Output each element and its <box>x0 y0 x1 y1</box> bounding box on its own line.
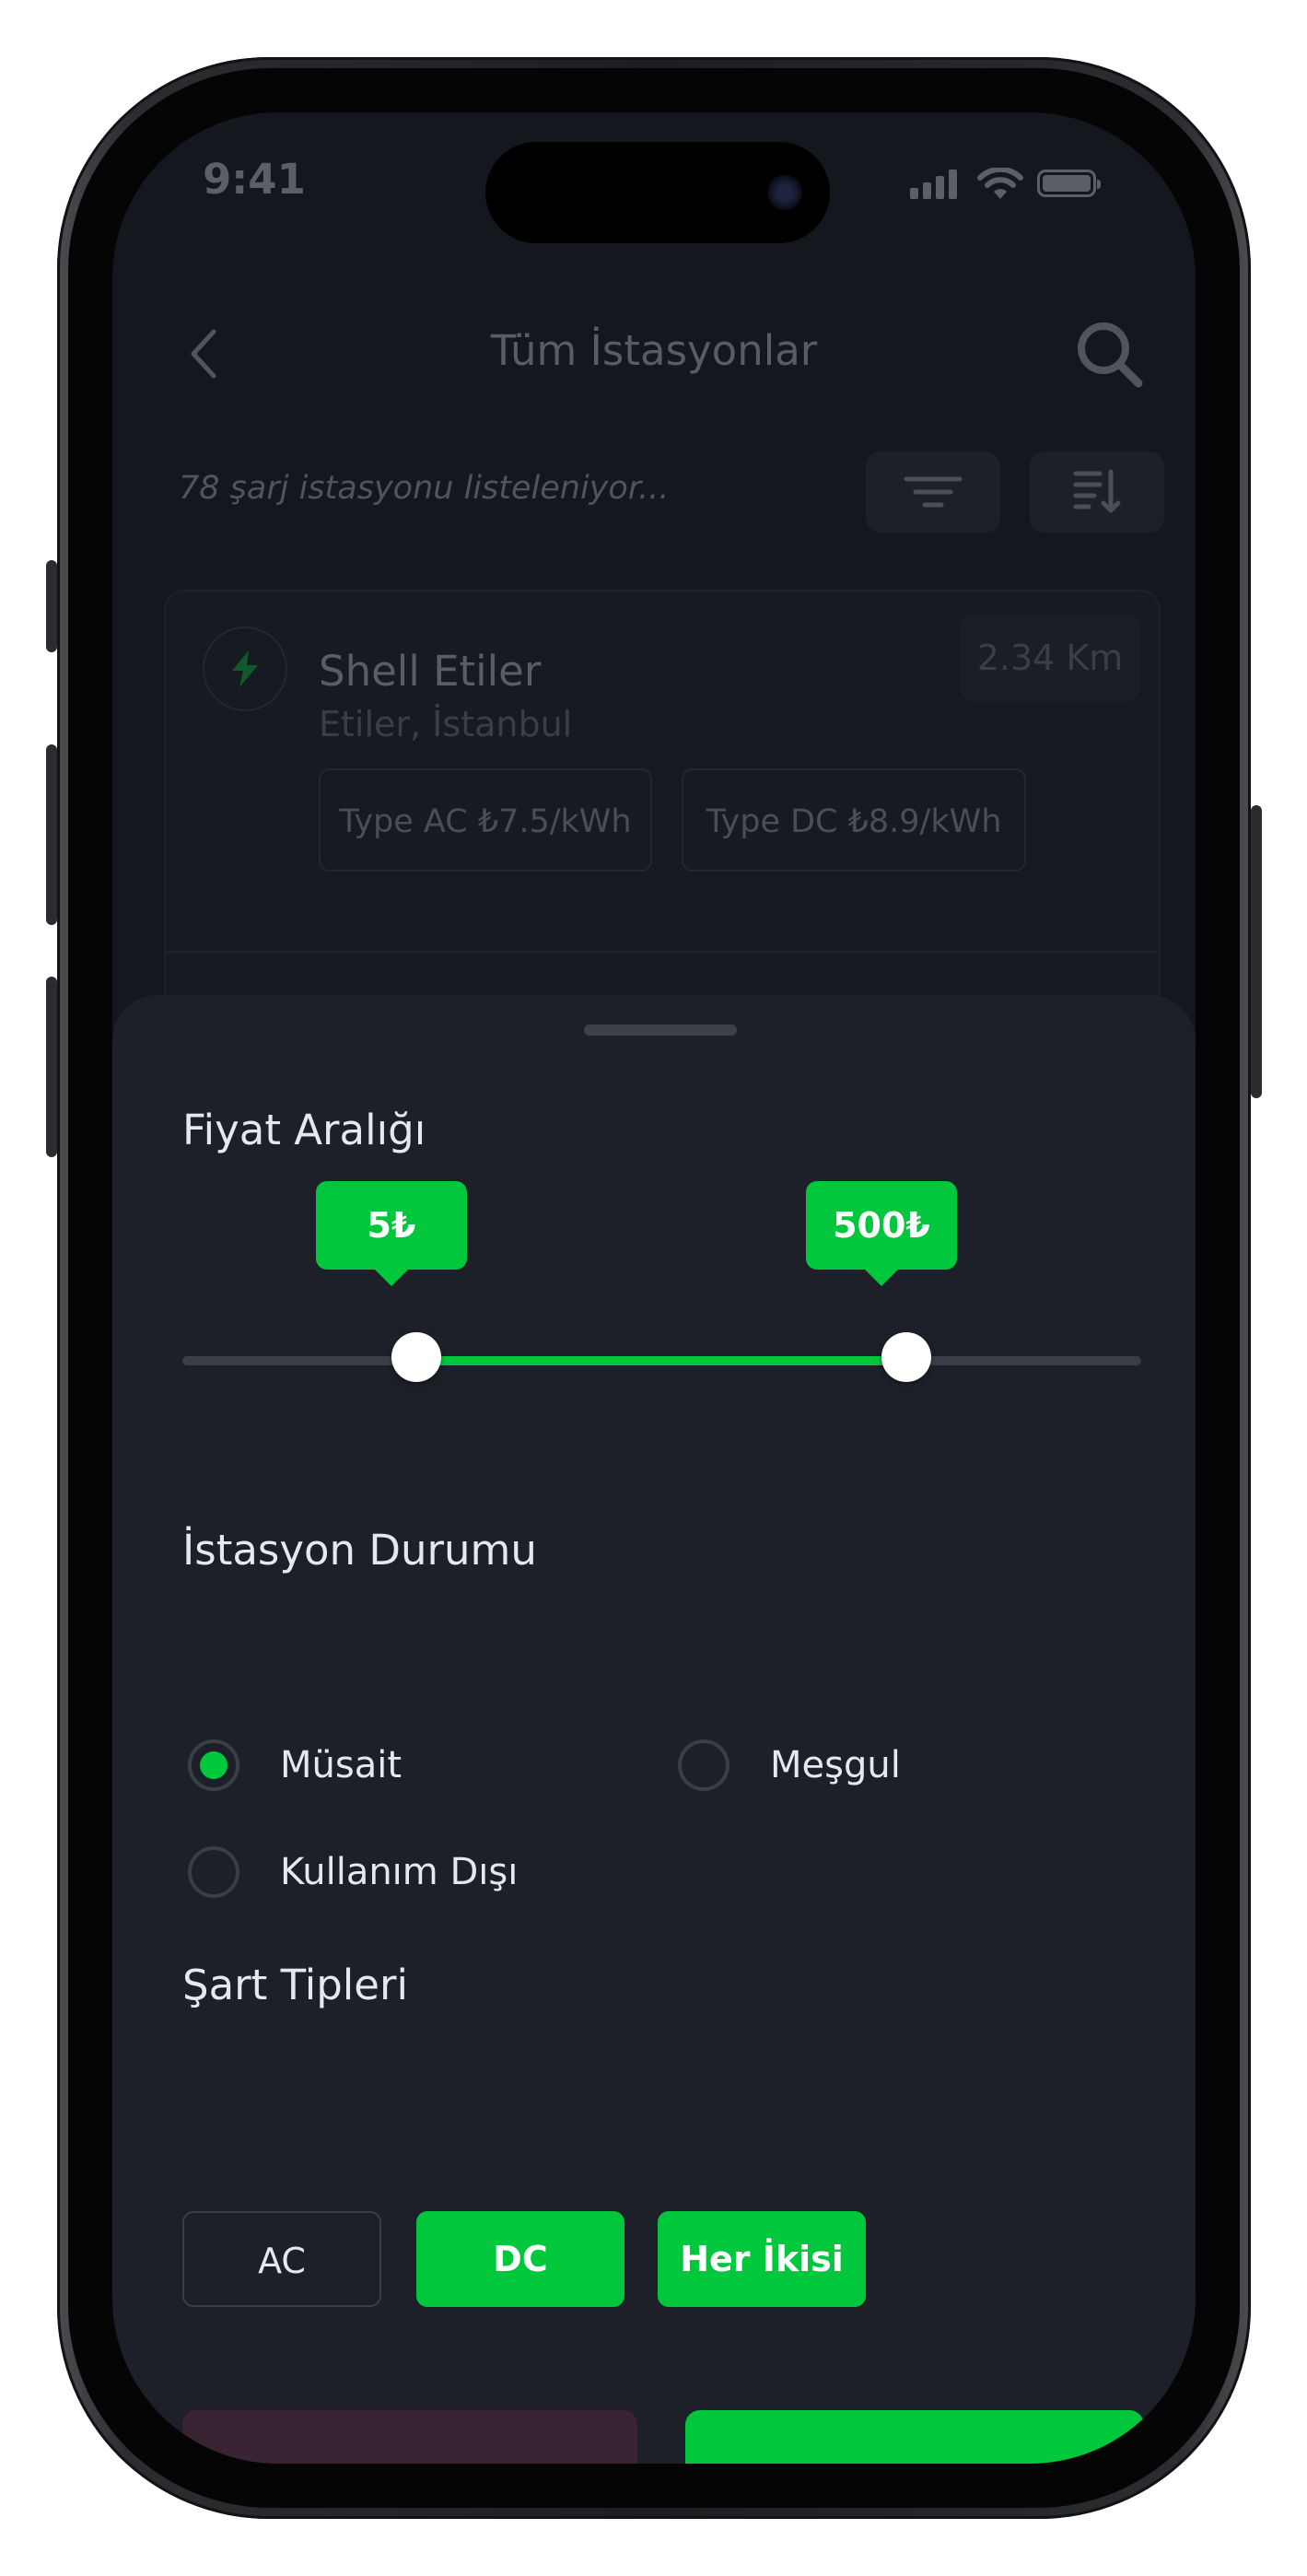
filter-bottom-sheet: Fiyat Aralığı 5₺ 500₺ İstasyon Durumu Mü… <box>112 995 1196 2464</box>
volume-down-button <box>46 977 57 1157</box>
price-max-bubble: 500₺ <box>805 1181 957 1286</box>
dynamic-island <box>485 142 830 243</box>
apply-button[interactable]: Uygula <box>685 2410 1144 2464</box>
status-time: 9:41 <box>203 155 306 204</box>
status-option-label: Meşgul <box>770 1744 901 1786</box>
wifi-icon <box>977 168 1023 199</box>
radio-button-selected[interactable] <box>188 1739 239 1791</box>
phone-screen: 9:41 Tüm İstasyonlar 78 şarj istasyonu l… <box>112 112 1196 2464</box>
sheet-drag-handle[interactable] <box>584 1025 737 1036</box>
search-icon[interactable] <box>1074 319 1144 389</box>
card-divider <box>166 951 1159 953</box>
camera-icon <box>767 175 802 210</box>
type-option-both[interactable]: Her İkisi <box>658 2211 866 2307</box>
status-option-label: Kullanım Dışı <box>280 1851 519 1893</box>
price-min-bubble: 5₺ <box>316 1181 467 1286</box>
sort-button[interactable] <box>1030 451 1164 533</box>
power-button <box>1251 805 1262 1098</box>
status-option-available[interactable]: Müsait <box>188 1739 402 1791</box>
sort-icon <box>1073 469 1121 513</box>
type-option-ac[interactable]: AC <box>182 2211 381 2307</box>
volume-up-button <box>46 744 57 925</box>
battery-icon <box>1037 170 1101 197</box>
type-option-dc[interactable]: DC <box>416 2211 624 2307</box>
slider-range-fill <box>416 1356 906 1365</box>
cancel-button[interactable]: Vazgeç <box>182 2410 637 2464</box>
station-location: Etiler, İstanbul <box>319 704 573 744</box>
action-button <box>46 560 57 652</box>
station-status-title: İstasyon Durumu <box>182 1526 537 1575</box>
filter-button[interactable] <box>866 451 1000 533</box>
radio-button[interactable] <box>678 1739 729 1791</box>
radio-button[interactable] <box>188 1846 239 1898</box>
charge-types-title: Şart Tipleri <box>182 1961 408 2009</box>
charging-bolt-icon <box>232 650 258 687</box>
status-icons <box>910 166 1140 203</box>
station-logo <box>203 626 287 711</box>
status-option-out-of-service[interactable]: Kullanım Dışı <box>188 1846 518 1898</box>
station-distance: 2.34 Km <box>960 614 1140 702</box>
price-chip-dc: Type DC ₺8.9/kWh <box>682 768 1026 872</box>
station-name: Shell Etiler <box>319 647 542 696</box>
slider-max-thumb[interactable]: 500₺ <box>805 1181 957 1382</box>
price-range-title: Fiyat Aralığı <box>182 1106 426 1154</box>
filter-icon <box>904 476 963 508</box>
station-count-text: 78 şarj istasyonu listeleniyor... <box>179 470 670 507</box>
page-title: Tüm İstasyonlar <box>490 326 818 375</box>
status-option-label: Müsait <box>280 1744 403 1786</box>
price-chip-ac: Type AC ₺7.5/kWh <box>319 768 652 872</box>
price-range-slider[interactable]: 5₺ 500₺ <box>182 1181 1141 1382</box>
slider-min-thumb[interactable]: 5₺ <box>316 1181 467 1382</box>
status-option-busy[interactable]: Meşgul <box>678 1739 901 1791</box>
